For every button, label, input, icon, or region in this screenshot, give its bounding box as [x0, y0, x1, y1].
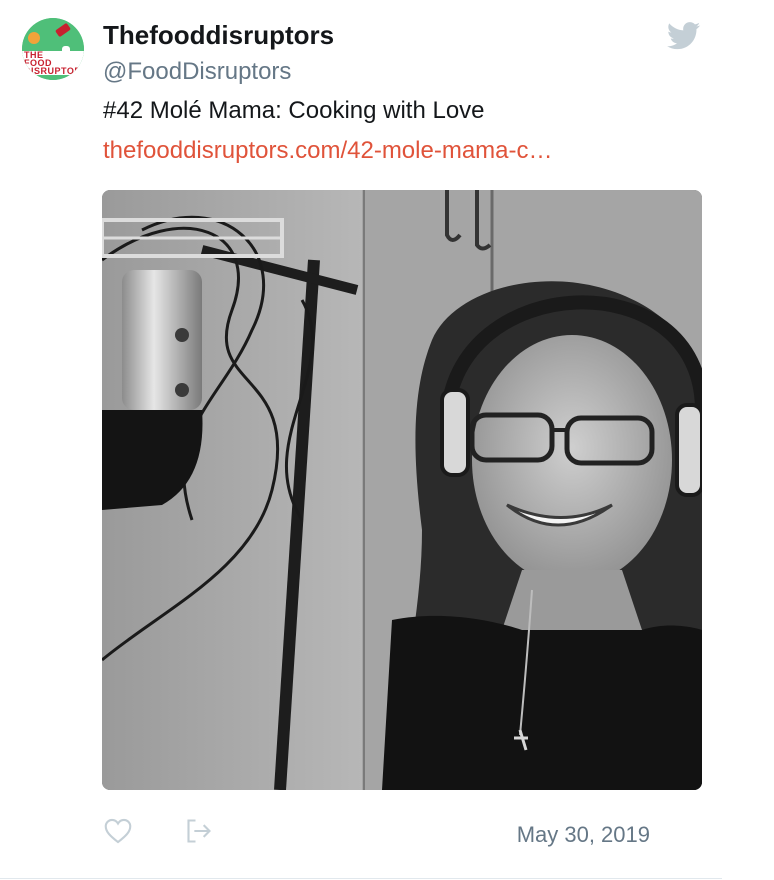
tweet-link[interactable]: thefooddisruptors.com/42-mole-mama-c…: [103, 137, 553, 165]
avatar-logo-text: THE FOOD DISRUPTORS: [22, 50, 84, 76]
tweet-timestamp[interactable]: May 30, 2019: [517, 822, 650, 848]
tweet-photo[interactable]: [102, 190, 702, 790]
twitter-bird-icon[interactable]: [667, 22, 701, 50]
share-icon[interactable]: [185, 818, 213, 844]
avatar[interactable]: THE FOOD DISRUPTORS: [22, 18, 84, 80]
heart-icon[interactable]: [104, 818, 132, 844]
tweet-text: #42 Molé Mama: Cooking with Love: [103, 97, 485, 124]
display-name[interactable]: Thefooddisruptors: [103, 20, 334, 51]
photo-woman-with-microphone: [102, 190, 702, 790]
user-handle[interactable]: @FoodDisruptors: [103, 58, 291, 86]
tweet-card: THE FOOD DISRUPTORS Thefooddisruptors @F…: [0, 0, 722, 879]
